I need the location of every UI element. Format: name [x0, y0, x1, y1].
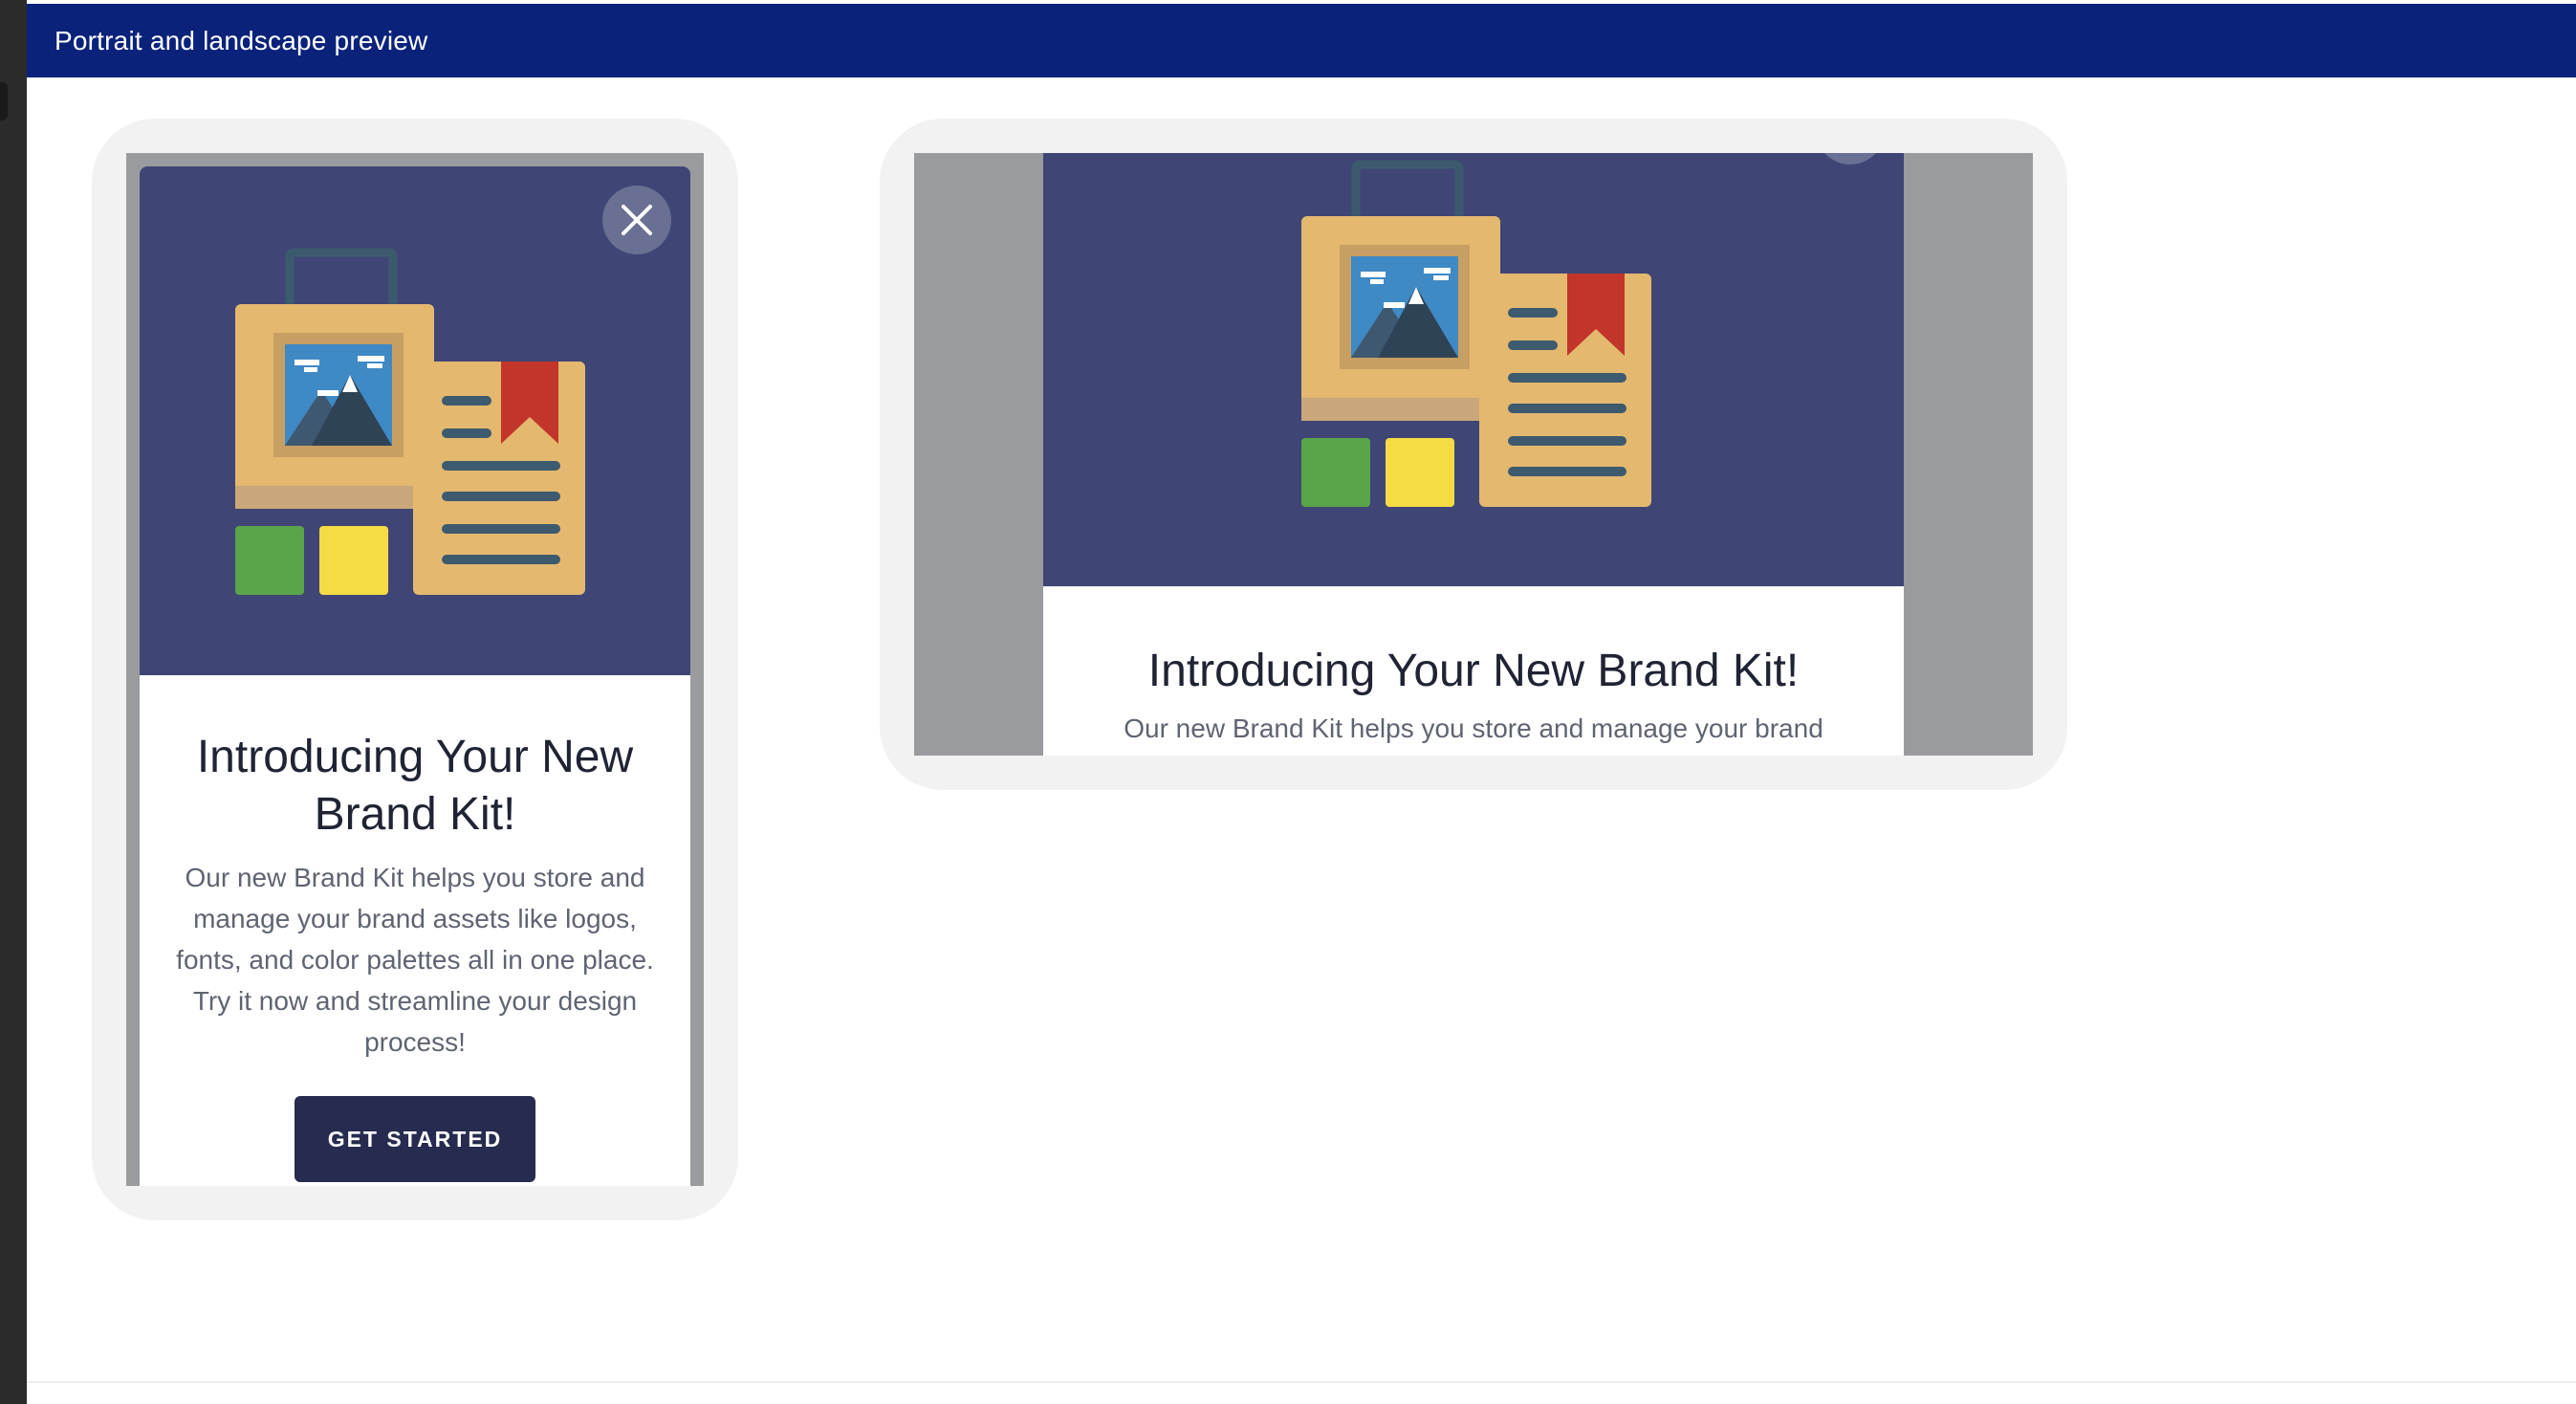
landscape-device-frame: Introducing Your New Brand Kit! Our new …: [880, 119, 2067, 790]
portrait-device-frame: Introducing Your New Brand Kit! Our new …: [92, 119, 738, 1220]
left-window-edge: [0, 0, 27, 1404]
header-title: Portrait and landscape preview: [55, 26, 428, 55]
get-started-button[interactable]: GET STARTED: [295, 1096, 535, 1182]
close-button[interactable]: [602, 186, 671, 254]
portrait-screen: Introducing Your New Brand Kit! Our new …: [126, 153, 704, 1186]
brand-kit-illustration: [1301, 159, 1665, 517]
close-button[interactable]: [1816, 153, 1885, 165]
close-icon: [622, 205, 652, 235]
portrait-modal: Introducing Your New Brand Kit! Our new …: [140, 166, 690, 1186]
preview-header: Portrait and landscape preview: [27, 4, 2576, 77]
portrait-body-text: Our new Brand Kit helps you store and ma…: [176, 863, 654, 1057]
landscape-title: Introducing Your New Brand Kit!: [1147, 646, 1800, 696]
bottom-divider: [27, 1381, 2576, 1383]
window-edge-notch: [0, 82, 8, 121]
portrait-hero: [140, 166, 690, 675]
close-icon: [1816, 153, 1885, 165]
brand-kit-illustration: [235, 247, 599, 605]
portrait-title: Introducing Your New Brand Kit!: [196, 732, 634, 840]
landscape-body-text: Our new Brand Kit helps you store and ma…: [1124, 713, 1823, 743]
landscape-hero: [1043, 153, 1904, 586]
landscape-modal: Introducing Your New Brand Kit! Our new …: [1043, 153, 1904, 756]
landscape-screen: Introducing Your New Brand Kit! Our new …: [914, 153, 2033, 756]
